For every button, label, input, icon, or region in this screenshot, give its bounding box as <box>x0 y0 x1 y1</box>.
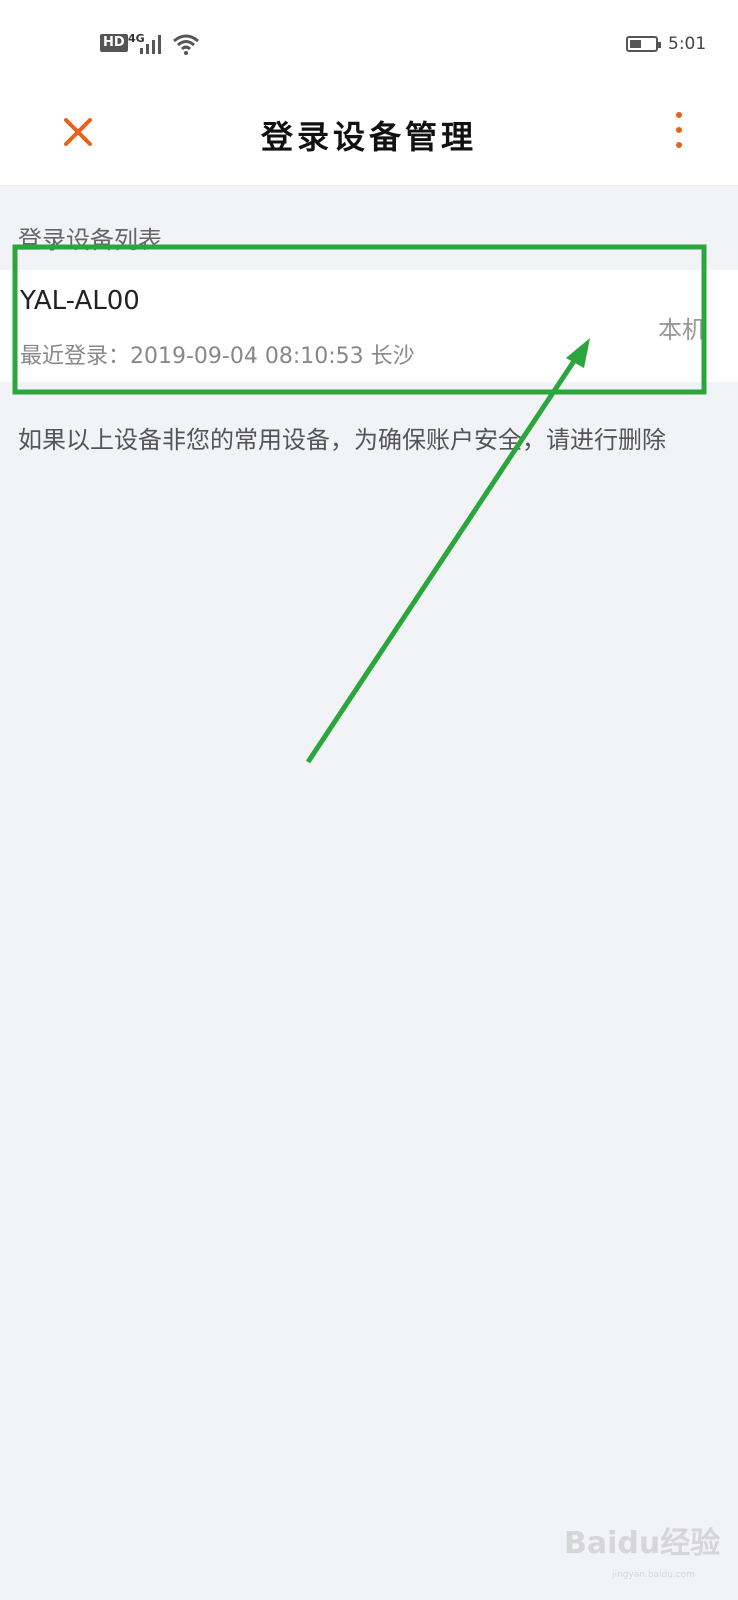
watermark-logo: Baidu经验 <box>564 1526 721 1561</box>
watermark-url: jingyan.baidu.com <box>612 1570 696 1580</box>
highlight-box <box>12 244 707 395</box>
annotation-overlay <box>12 244 707 764</box>
pointer-arrow <box>305 350 583 764</box>
